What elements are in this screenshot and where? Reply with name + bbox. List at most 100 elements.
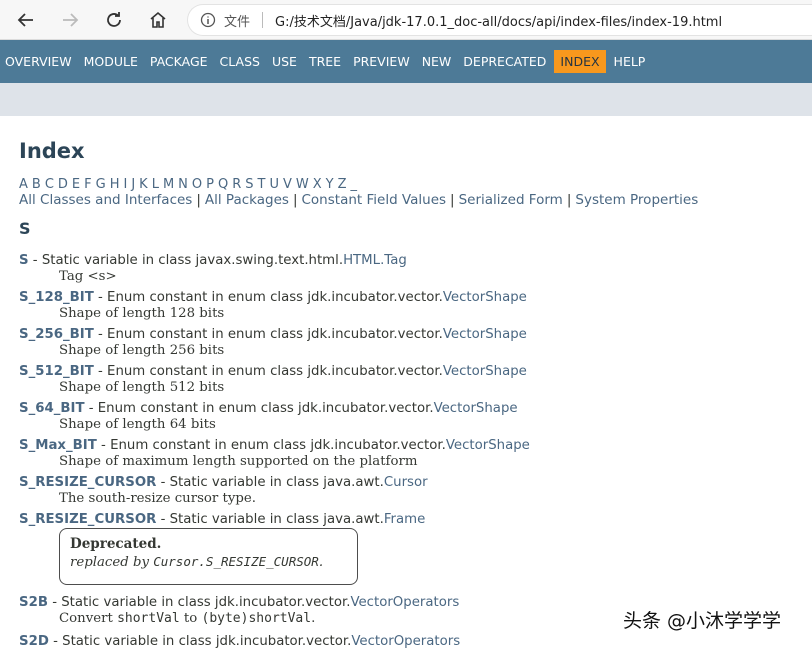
forward-button[interactable] [55, 5, 85, 35]
arrow-left-icon [17, 13, 33, 27]
index-entry: S_RESIZE_CURSOR - Static variable in cla… [19, 474, 428, 507]
deprecated-label: Deprecated. [70, 536, 162, 552]
entry-description: The south-resize cursor type. [59, 491, 256, 506]
code-byte-cast: (byte)shortVal [201, 611, 312, 626]
index-links-row: All Classes and Interfaces | All Packages |… [19, 192, 699, 208]
index-entry: S_Max_BIT - Enum constant in enum class … [19, 437, 530, 470]
entry-term[interactable]: S_Max_BIT [19, 438, 97, 453]
link-constant-field-values[interactable]: Constant Field Values [302, 192, 447, 208]
letter-link[interactable]: M [163, 177, 174, 192]
letter-link[interactable]: F [84, 177, 91, 192]
entry-owner[interactable]: Cursor [384, 475, 428, 490]
letter-link[interactable]: V [283, 177, 292, 192]
nav-deprecated[interactable]: DEPRECATED [463, 54, 546, 69]
entry-owner[interactable]: VectorShape [443, 364, 527, 379]
deprecated-suffix: . [318, 555, 324, 570]
entry-term[interactable]: S [19, 253, 29, 268]
entry-description: Shape of maximum length supported on the… [59, 454, 418, 469]
address-file-label: 文件 [224, 14, 251, 30]
nav-overview[interactable]: OVERVIEW [5, 54, 72, 69]
letter-link[interactable]: P [206, 177, 214, 192]
letter-link[interactable]: B [32, 177, 41, 192]
entry-term[interactable]: S2D [19, 634, 49, 649]
entry-kind: - Enum constant in enum class jdk.incuba… [93, 364, 443, 379]
nav-use[interactable]: USE [272, 54, 297, 69]
entry-description: Shape of length 64 bits [59, 417, 216, 432]
entry-term[interactable]: S_64_BIT [19, 401, 85, 416]
link-serialized-form[interactable]: Serialized Form [459, 192, 563, 208]
entry-term[interactable]: S_256_BIT [19, 327, 94, 342]
arrow-right-icon [63, 13, 79, 27]
nav-help[interactable]: HELP [614, 54, 646, 69]
index-entry: S_RESIZE_CURSOR - Static variable in cla… [19, 511, 425, 528]
info-icon[interactable] [200, 12, 216, 28]
entry-owner[interactable]: VectorShape [443, 290, 527, 305]
letter-link[interactable]: E [72, 177, 80, 192]
entry-term[interactable]: S_RESIZE_CURSOR [19, 512, 156, 527]
letter-link[interactable]: W [296, 177, 309, 192]
entry-owner[interactable]: HTML.Tag [343, 253, 407, 268]
entry-description: Shape of length 256 bits [59, 343, 225, 358]
index-entry: S_512_BIT - Enum constant in enum class … [19, 363, 527, 396]
letter-link[interactable]: R [232, 177, 241, 192]
nav-package[interactable]: PACKAGE [150, 54, 208, 69]
entry-owner[interactable]: VectorOperators [350, 595, 459, 610]
nav-index[interactable]: INDEX [554, 50, 606, 73]
entry-term[interactable]: S_RESIZE_CURSOR [19, 475, 156, 490]
letter-link[interactable]: Z [338, 177, 347, 192]
section-heading-s: S [19, 219, 31, 238]
letter-link[interactable]: _ [351, 177, 358, 192]
letter-link[interactable]: A [19, 177, 28, 192]
deprecated-code-link[interactable]: Cursor.S_RESIZE_CURSOR [153, 554, 319, 569]
entry-owner[interactable]: Frame [384, 512, 425, 527]
link-system-properties[interactable]: System Properties [575, 192, 698, 208]
entry-kind: - Static variable in class java.awt. [156, 512, 384, 527]
letter-link[interactable]: Q [218, 177, 228, 192]
letter-link[interactable]: Y [326, 177, 334, 192]
address-url[interactable]: G:/技术文档/Java/jdk-17.0.1_doc-all/docs/api… [275, 11, 722, 30]
entry-owner[interactable]: VectorShape [434, 401, 518, 416]
letter-link[interactable]: L [152, 177, 159, 192]
index-entry: S2D - Static variable in class jdk.incub… [19, 633, 460, 649]
letter-link[interactable]: O [192, 177, 202, 192]
letter-link[interactable]: S [245, 177, 253, 192]
link-all-packages[interactable]: All Packages [205, 192, 289, 208]
nav-class[interactable]: CLASS [220, 54, 260, 69]
sub-nav-bar [0, 83, 812, 116]
letter-link[interactable]: H [110, 177, 120, 192]
home-icon [150, 11, 166, 28]
nav-new[interactable]: NEW [422, 54, 452, 69]
back-button[interactable] [11, 5, 41, 35]
entry-term[interactable]: S2B [19, 595, 48, 610]
home-button[interactable] [143, 5, 173, 35]
code-shortval: shortVal [117, 611, 180, 626]
letter-link[interactable]: I [123, 177, 127, 192]
entry-description: Shape of length 512 bits [59, 380, 225, 395]
letter-link[interactable]: N [178, 177, 188, 192]
entry-term[interactable]: S_128_BIT [19, 290, 94, 305]
entry-owner[interactable]: VectorOperators [351, 634, 460, 649]
entry-term[interactable]: S_512_BIT [19, 364, 94, 379]
entry-kind: - Static variable in class javax.swing.t… [28, 253, 344, 268]
nav-module[interactable]: MODULE [84, 54, 138, 69]
letter-link[interactable]: D [58, 177, 68, 192]
entry-kind: - Enum constant in enum class jdk.incuba… [93, 327, 443, 342]
entry-kind: - Static variable in class jdk.incubator… [47, 595, 351, 610]
letter-link[interactable]: C [45, 177, 54, 192]
letter-link[interactable]: G [96, 177, 106, 192]
letter-link[interactable]: T [258, 177, 266, 192]
entry-owner[interactable]: VectorShape [443, 327, 527, 342]
letter-link[interactable]: U [269, 177, 279, 192]
entry-kind: - Enum constant in enum class jdk.incuba… [93, 290, 443, 305]
entry-owner[interactable]: VectorShape [446, 438, 530, 453]
link-all-classes[interactable]: All Classes and Interfaces [19, 192, 192, 208]
letter-link[interactable]: K [139, 177, 148, 192]
deprecated-note: replaced by Cursor.S_RESIZE_CURSOR. [70, 553, 347, 571]
index-entry: S - Static variable in class javax.swing… [19, 252, 407, 285]
letter-link[interactable]: J [131, 177, 135, 192]
nav-tree[interactable]: TREE [309, 54, 341, 69]
reload-button[interactable] [99, 5, 129, 35]
address-bar[interactable]: 文件 G:/技术文档/Java/jdk-17.0.1_doc-all/docs/… [187, 4, 812, 36]
nav-preview[interactable]: PREVIEW [353, 54, 410, 69]
letter-link[interactable]: X [313, 177, 322, 192]
